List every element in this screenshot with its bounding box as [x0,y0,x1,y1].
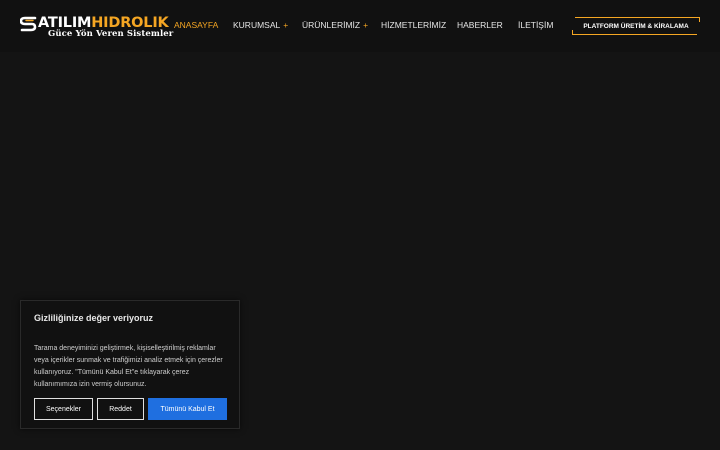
platform-rental-button[interactable]: PLATFORM ÜRETİM & KİRALAMA [572,17,700,35]
site-header: ATILIMHIDROLIK Güce Yön Veren Sistemler … [0,0,720,52]
submenu-plus-icon: + [363,20,369,30]
nav-item-hizmetlerimiz[interactable]: HİZMETLERİMİZ [381,20,446,31]
nav-item-label: İLETİŞİM [518,20,554,30]
nav-item-kurumsal[interactable]: KURUMSAL + [233,20,288,31]
nav-item-label: ANASAYFA [174,20,219,30]
nav-item-label: ÜRÜNLERİMİZ [302,20,361,30]
nav-item-iletisim[interactable]: İLETİŞİM [518,20,553,31]
nav-item-haberler[interactable]: HABERLER [457,20,503,31]
cookie-reject-button[interactable]: Reddet [97,398,144,420]
nav-item-label: HABERLER [457,20,503,30]
cookie-options-button[interactable]: Seçenekler [34,398,93,420]
nav-item-anasayfa[interactable]: ANASAYFA [174,20,218,31]
cookie-accept-all-button[interactable]: Tümünü Kabul Et [148,398,227,420]
nav-item-label: KURUMSAL [233,20,281,30]
cookie-banner-title: Gizliliğinize değer veriyoruz [34,313,154,323]
nav-item-label: HİZMETLERİMİZ [381,20,447,30]
nav-item-urunlerimiz[interactable]: ÜRÜNLERİMİZ + [302,20,368,31]
cookie-banner-text: Tarama deneyiminizi geliştirmek, kişisel… [34,345,223,388]
cookie-consent-banner: Gizliliğinize değer veriyoruz Tarama den… [20,300,240,429]
cta-frame: PLATFORM ÜRETİM & KİRALAMA [572,17,700,35]
site-logo[interactable]: ATILIMHIDROLIK Güce Yön Veren Sistemler [20,15,173,39]
submenu-plus-icon: + [283,20,289,30]
stylized-s-logo-icon [20,16,37,32]
logo-tagline: Güce Yön Veren Sistemler [48,29,174,39]
